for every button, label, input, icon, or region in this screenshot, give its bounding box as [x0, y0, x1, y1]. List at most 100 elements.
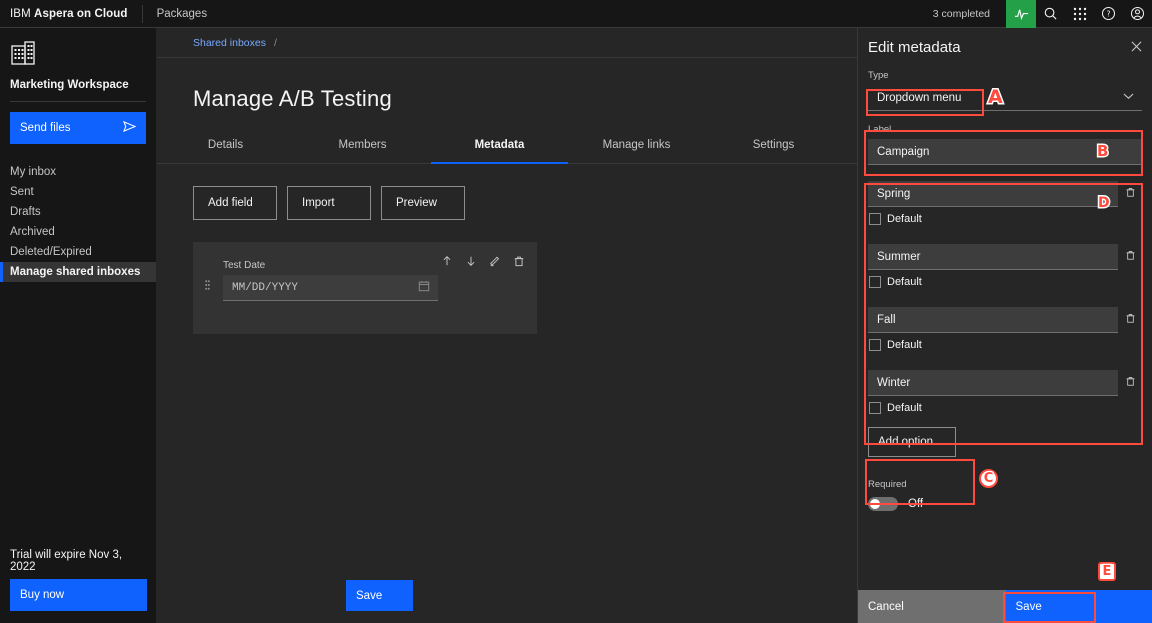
- option-value-input[interactable]: Summer: [868, 244, 1118, 270]
- brand-product: Aspera on Cloud: [34, 7, 128, 20]
- sidebar-item-sent[interactable]: Sent: [0, 182, 156, 202]
- chevron-down-icon: [1123, 92, 1134, 103]
- option-value-input[interactable]: Winter: [868, 370, 1118, 396]
- move-down-icon[interactable]: [465, 254, 477, 272]
- cancel-label: Cancel: [868, 600, 904, 613]
- close-icon[interactable]: [1131, 41, 1142, 54]
- help-icon[interactable]: ?: [1094, 0, 1123, 28]
- app-root: IBM Aspera on Cloud Packages 3 completed…: [0, 0, 1152, 623]
- required-toggle-row[interactable]: Off: [868, 497, 1152, 511]
- sidebar-item-archived[interactable]: Archived: [0, 222, 156, 242]
- drag-handle-icon[interactable]: [205, 280, 210, 292]
- send-icon: [123, 120, 137, 136]
- tab-members[interactable]: Members: [294, 138, 431, 163]
- panel-title: Edit metadata: [868, 38, 961, 56]
- send-files-label: Send files: [20, 122, 71, 134]
- sidebar-item-drafts[interactable]: Drafts: [0, 202, 156, 222]
- panel-footer: Cancel Save: [858, 590, 1152, 623]
- option-default-row[interactable]: Default: [858, 333, 1152, 351]
- page-title: Manage A/B Testing: [193, 86, 392, 111]
- calendar-icon[interactable]: [418, 280, 430, 296]
- tab-metadata[interactable]: Metadata: [431, 138, 568, 163]
- delete-icon[interactable]: [1118, 374, 1142, 392]
- field-label: Test Date: [223, 260, 266, 271]
- label-input[interactable]: Campaign: [868, 139, 1142, 165]
- workspace-name: Marketing Workspace: [10, 79, 129, 91]
- preview-button[interactable]: Preview: [381, 186, 465, 220]
- panel-body: Type Dropdown menu Label Campaign Spring…: [858, 66, 1152, 590]
- buy-now-label: Buy now: [20, 589, 65, 601]
- import-button[interactable]: Import: [287, 186, 371, 220]
- field-date-input[interactable]: MM/DD/YYYY: [223, 275, 438, 301]
- account-icon[interactable]: [1123, 0, 1152, 28]
- sidebar-item-manage-shared-inboxes[interactable]: Manage shared inboxes: [0, 262, 156, 282]
- cancel-button[interactable]: Cancel: [858, 590, 1006, 623]
- field-actions: [441, 254, 525, 272]
- search-icon[interactable]: [1036, 0, 1065, 28]
- sidebar-item-deleted-expired[interactable]: Deleted/Expired: [0, 242, 156, 262]
- delete-icon[interactable]: [513, 254, 525, 272]
- send-files-button[interactable]: Send files: [10, 112, 146, 144]
- edit-icon[interactable]: [489, 254, 501, 272]
- option-value-input[interactable]: Fall: [868, 307, 1118, 333]
- option-default-row[interactable]: Default: [858, 396, 1152, 414]
- metadata-toolbar: Add field Import Preview: [157, 164, 857, 220]
- add-option-button[interactable]: Add option: [868, 427, 956, 457]
- checkbox[interactable]: [869, 213, 881, 225]
- type-select[interactable]: Dropdown menu: [868, 85, 1142, 111]
- checkbox[interactable]: [869, 339, 881, 351]
- option-default-row[interactable]: Default: [858, 270, 1152, 288]
- option-item: Fall Default: [858, 307, 1152, 351]
- option-default-row[interactable]: Default: [858, 207, 1152, 225]
- tab-label: Settings: [752, 139, 795, 151]
- import-label: Import: [302, 197, 335, 209]
- label-field-group: Label Campaign: [858, 124, 1152, 165]
- completed-count: 3 completed: [932, 7, 990, 20]
- option-default-label: Default: [887, 213, 922, 225]
- field-date-placeholder: MM/DD/YYYY: [232, 281, 299, 294]
- option-value-input[interactable]: Spring: [868, 181, 1118, 207]
- delete-icon[interactable]: [1118, 248, 1142, 266]
- edit-metadata-panel: Edit metadata Type Dropdown menu Label C…: [857, 28, 1152, 623]
- checkbox[interactable]: [869, 402, 881, 414]
- preview-label: Preview: [396, 197, 437, 209]
- option-item: Winter Default: [858, 370, 1152, 414]
- add-field-button[interactable]: Add field: [193, 186, 277, 220]
- move-up-icon[interactable]: [441, 254, 453, 272]
- sidebar-item-label: Archived: [10, 226, 55, 238]
- main-save-button[interactable]: Save: [346, 580, 413, 611]
- required-toggle[interactable]: [868, 497, 898, 511]
- metadata-field-card: Test Date MM/DD/YYYY: [193, 242, 537, 334]
- brand-logo[interactable]: IBM Aspera on Cloud: [0, 8, 128, 20]
- delete-icon[interactable]: [1118, 185, 1142, 203]
- option-value: Fall: [877, 313, 896, 326]
- buy-now-button[interactable]: Buy now: [10, 579, 147, 611]
- sidebar-item-label: Deleted/Expired: [10, 246, 92, 258]
- tab-details[interactable]: Details: [157, 138, 294, 163]
- type-label: Type: [868, 70, 889, 81]
- building-icon: [0, 28, 156, 71]
- tab-manage-links[interactable]: Manage links: [568, 138, 705, 163]
- trial-expiry-text: Trial will expire Nov 3, 2022: [10, 549, 123, 573]
- nav-packages[interactable]: Packages: [157, 8, 208, 20]
- activity-icon[interactable]: [1006, 0, 1036, 28]
- required-state-label: Off: [908, 498, 924, 510]
- required-group: Required Off: [858, 479, 1152, 511]
- tab-label: Members: [338, 139, 387, 151]
- label-input-value: Campaign: [877, 145, 930, 158]
- tab-settings[interactable]: Settings: [705, 138, 842, 163]
- checkbox[interactable]: [869, 276, 881, 288]
- sidebar-item-label: Manage shared inboxes: [10, 266, 141, 278]
- app-switcher-icon[interactable]: [1065, 0, 1094, 28]
- delete-icon[interactable]: [1118, 311, 1142, 329]
- option-value: Winter: [877, 376, 911, 389]
- option-value: Summer: [877, 250, 921, 263]
- sidebar-item-label: Sent: [10, 186, 34, 198]
- main-save-label: Save: [356, 589, 383, 602]
- sidebar-divider: [10, 101, 146, 102]
- sidebar-item-label: Drafts: [10, 206, 41, 218]
- breadcrumb-link-shared-inboxes[interactable]: Shared inboxes: [193, 37, 266, 49]
- sidebar-item-my-inbox[interactable]: My inbox: [0, 162, 156, 182]
- option-default-label: Default: [887, 276, 922, 288]
- panel-save-button[interactable]: Save: [1005, 590, 1152, 623]
